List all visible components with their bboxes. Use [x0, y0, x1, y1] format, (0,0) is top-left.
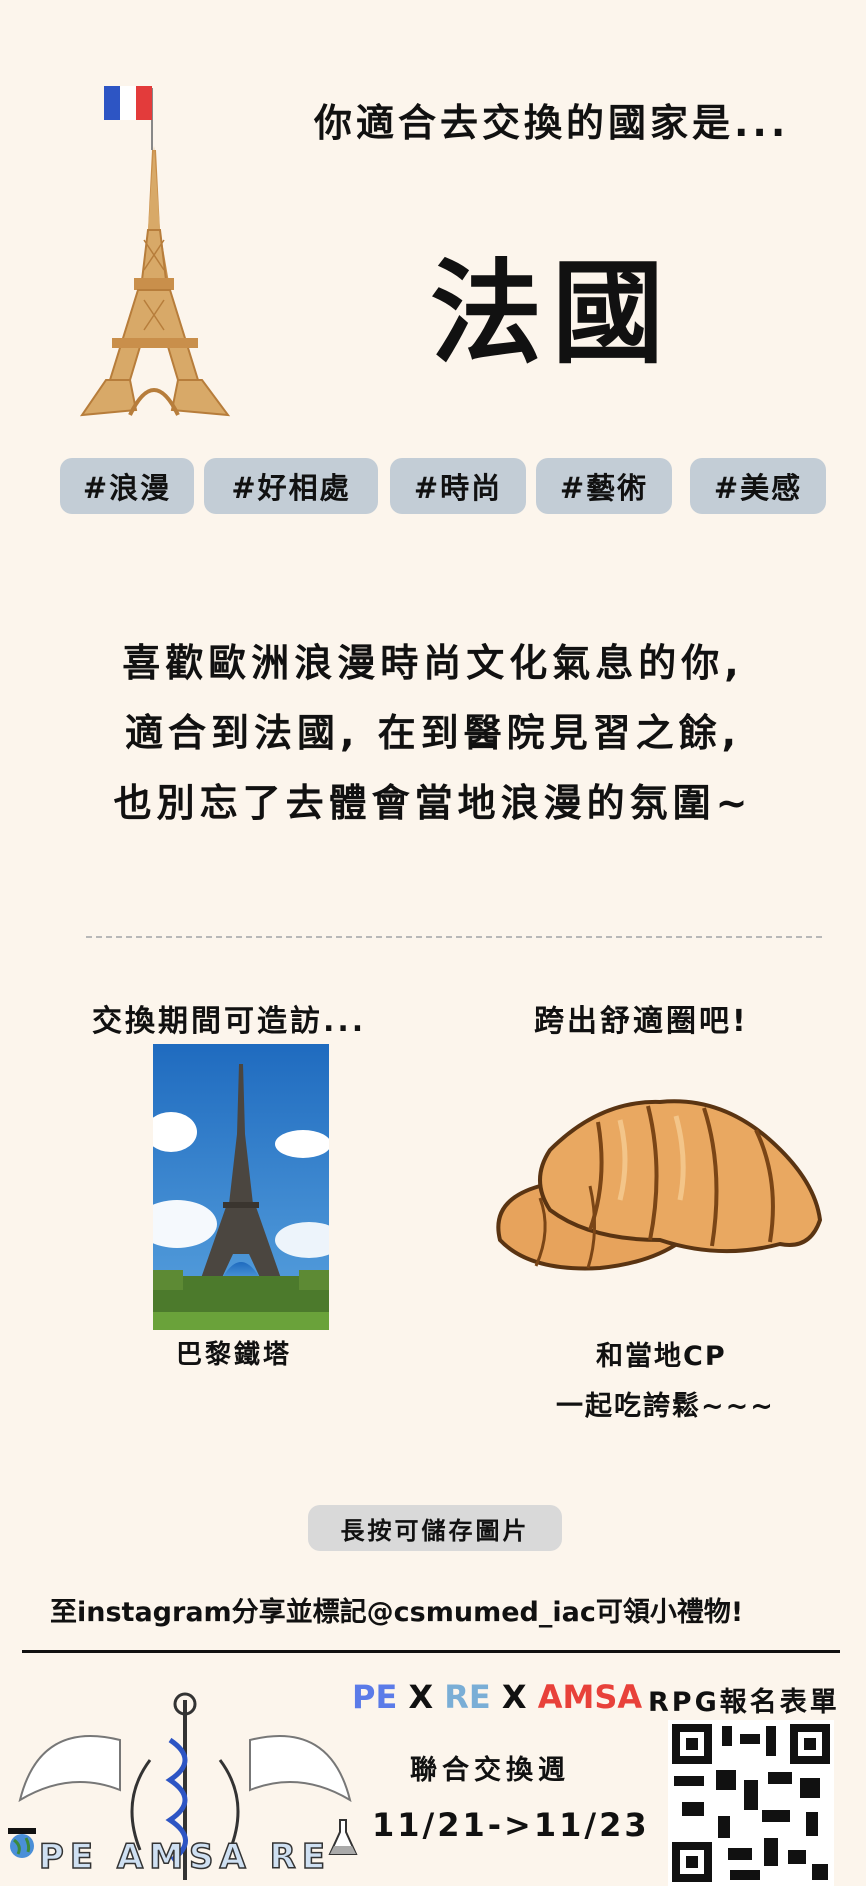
- visit-heading: 交換期間可造訪...: [92, 1004, 367, 1039]
- croissant-icon: [496, 1099, 823, 1271]
- tag-art: #藝術: [536, 458, 672, 514]
- event-logo: PE AMSA RE: [8, 1692, 358, 1880]
- title-x: X: [408, 1678, 434, 1716]
- comfort-heading: 跨出舒適圈吧!: [534, 1004, 749, 1039]
- logo-text: PE AMSA RE: [39, 1837, 331, 1877]
- event-dates: 11/21->11/23: [372, 1806, 650, 1844]
- globe-icon: [8, 1828, 36, 1858]
- tag-romantic: #浪漫: [60, 458, 194, 514]
- title-re: RE: [444, 1678, 491, 1716]
- tag-fashion: #時尚: [390, 458, 526, 514]
- footer-divider: [22, 1650, 840, 1653]
- save-image-hint: 長按可儲存圖片: [308, 1505, 562, 1551]
- flask-icon: [328, 1819, 358, 1855]
- title-pe: PE: [352, 1678, 398, 1716]
- title-amsa: AMSA: [537, 1678, 643, 1716]
- comfort-caption-line2: 一起吃誇鬆~~~: [556, 1391, 775, 1422]
- tag-aesthetic: #美感: [690, 458, 826, 514]
- share-instruction: 至instagram分享並標記@csmumed_iac可領小禮物!: [50, 1597, 744, 1628]
- event-name: 聯合交換週: [410, 1755, 570, 1786]
- france-flag-icon: [104, 86, 153, 150]
- eiffel-tower-photo: [153, 1044, 329, 1330]
- title-x: X: [501, 1678, 527, 1716]
- tag-easygoing: #好相處: [204, 458, 378, 514]
- page-question: 你適合去交換的國家是...: [314, 101, 790, 145]
- footer-title: PE X RE X AMSA: [352, 1678, 642, 1716]
- qr-code-icon[interactable]: [668, 1720, 834, 1886]
- rpg-form-label: RPG報名表單: [648, 1687, 840, 1718]
- eiffel-tower-icon: [79, 86, 231, 417]
- dashed-divider: [86, 936, 822, 938]
- comfort-caption-line1: 和當地CP: [596, 1341, 727, 1372]
- description-line: 適合到法國, 在到醫院見習之餘,: [124, 711, 742, 755]
- description-line: 喜歡歐洲浪漫時尚文化氣息的你,: [122, 641, 744, 685]
- country-title: 法國: [430, 249, 674, 379]
- description-line: 也別忘了去體會當地浪漫的氛圍~: [113, 781, 753, 825]
- photo-caption: 巴黎鐵塔: [176, 1340, 293, 1370]
